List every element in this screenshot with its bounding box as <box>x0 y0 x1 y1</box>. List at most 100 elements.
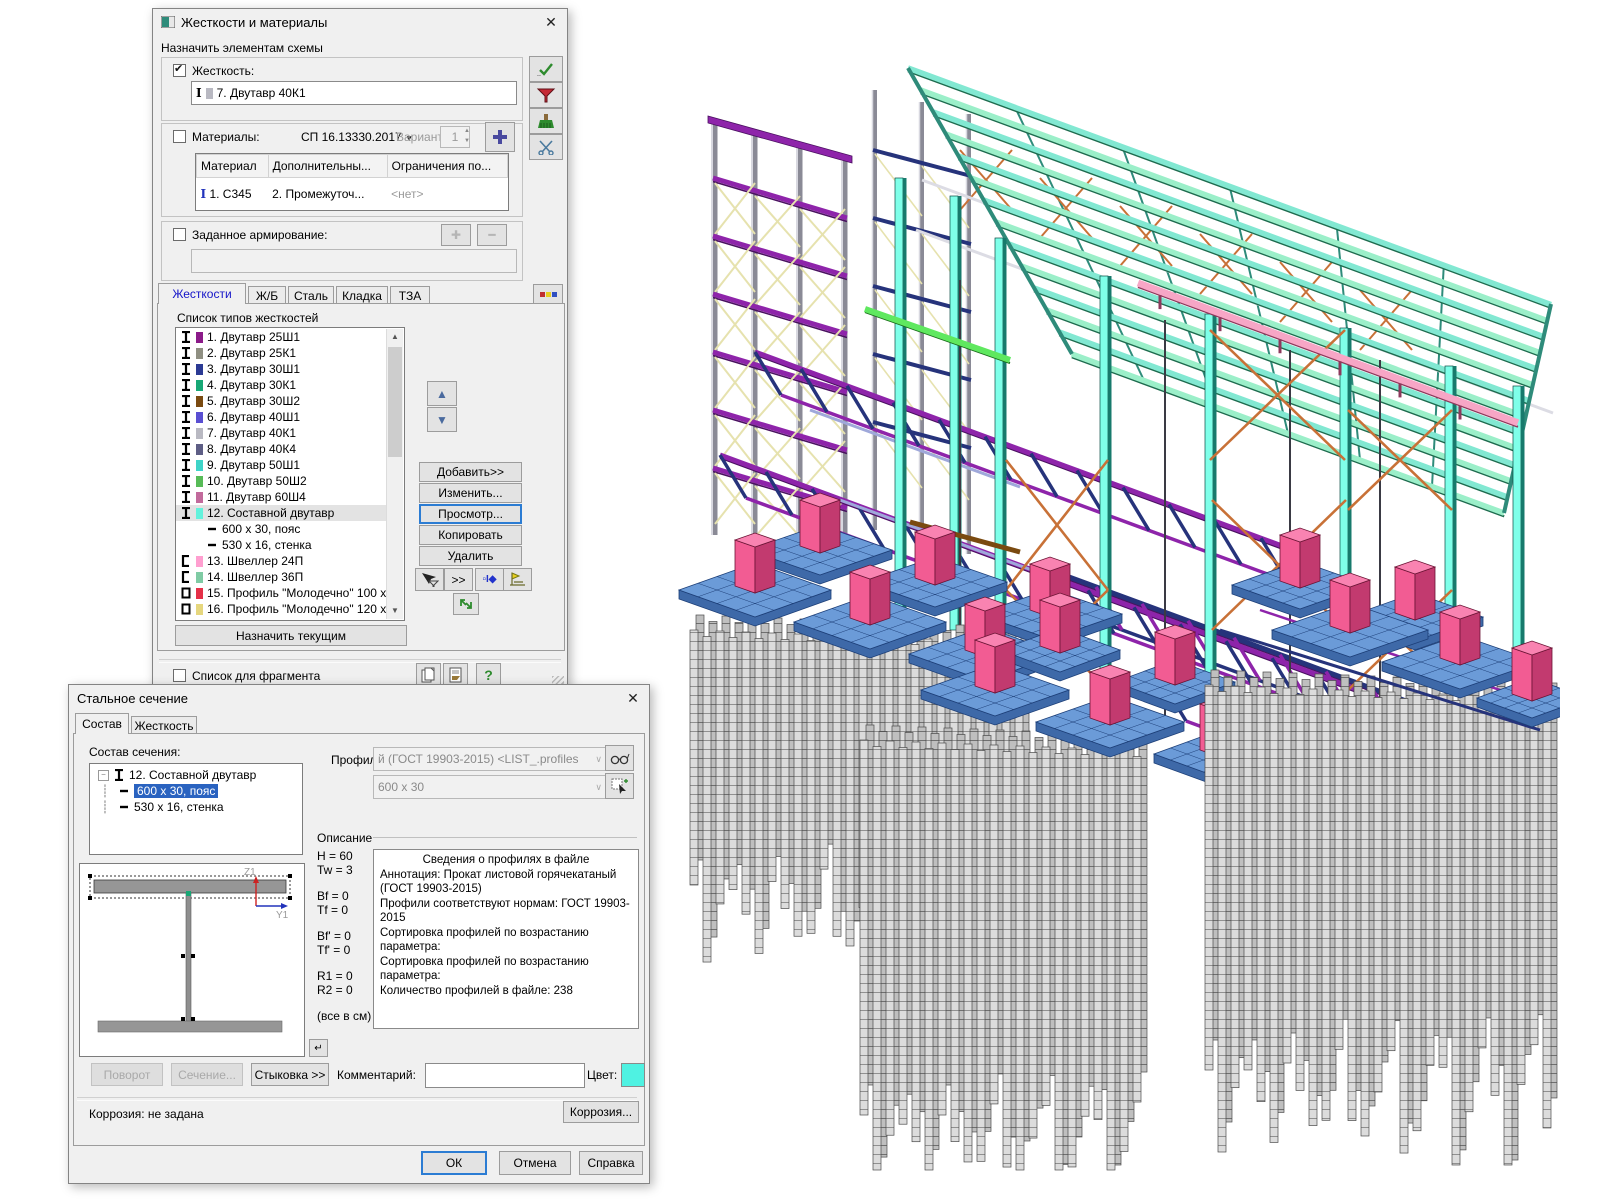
copy-button[interactable]: Копировать <box>419 525 522 545</box>
fit-view-button[interactable]: ↵ <box>309 1039 328 1057</box>
stiffness-checkbox[interactable] <box>173 64 186 77</box>
materials-checkbox[interactable] <box>173 130 186 143</box>
move-up-button[interactable]: ▲ <box>427 381 457 406</box>
dialog1-close-icon[interactable]: ✕ <box>541 12 561 32</box>
refresh-button[interactable] <box>453 593 479 615</box>
profile-file-select[interactable]: й (ГОСТ 19903-2015) <LIST_.profiles.srt>… <box>373 747 607 771</box>
rotate-button[interactable]: Поворот <box>91 1063 163 1086</box>
reinforcement-checkbox[interactable] <box>173 228 186 241</box>
section-color-swatch[interactable] <box>621 1063 645 1087</box>
list-item[interactable]: 12. Составной двутавр <box>176 505 387 521</box>
reinforcement-add-button[interactable]: ✚ <box>441 224 471 246</box>
section-params: H = 60Tw = 3Bf = 0Tf = 0Bf' = 0Tf' = 0R1… <box>317 849 371 1023</box>
shift-button[interactable]: >> <box>444 568 473 591</box>
tab-kladka[interactable]: Кладка <box>336 286 388 304</box>
cursor-funnel-icon <box>421 572 439 587</box>
list-item[interactable]: 16. Профиль "Молодечно" 120 х 5 <box>176 601 387 617</box>
view-profile-button[interactable] <box>605 745 634 771</box>
assign-scheme-button[interactable] <box>503 568 532 591</box>
tree-expander-icon[interactable]: − <box>98 770 109 781</box>
stiffness-types-list[interactable]: 1. Двутавр 25Ш12. Двутавр 25К13. Двутавр… <box>175 327 405 621</box>
list-item[interactable]: 10. Двутавр 50Ш2 <box>176 473 387 489</box>
profile-size-select[interactable]: 600 х 30 ∨ <box>373 775 607 799</box>
comment-input[interactable] <box>425 1063 585 1088</box>
tree-item[interactable]: ┊600 х 30, пояс <box>90 783 302 799</box>
up-arrow-icon: ▲ <box>436 387 448 401</box>
pick-profile-button[interactable] <box>605 773 634 799</box>
filter-button[interactable] <box>529 82 563 108</box>
list-item-label: 11. Двутавр 60Ш4 <box>207 490 306 504</box>
ibeam-icon <box>180 459 192 471</box>
list-item[interactable]: 600 х 30, пояс <box>176 521 387 537</box>
flag-level-icon <box>509 572 527 587</box>
color-scale-button[interactable] <box>533 284 563 305</box>
help-button[interactable]: Справка <box>579 1151 643 1175</box>
cut-button[interactable] <box>529 134 563 160</box>
tree-item-label: 12. Составной двутавр <box>129 768 256 782</box>
dialog2-close-icon[interactable]: ✕ <box>623 688 643 708</box>
corrosion-button[interactable]: Коррозия... <box>563 1101 639 1123</box>
list-item[interactable]: 14. Швеллер 36П <box>176 569 387 585</box>
fragment-checkbox[interactable] <box>173 669 186 682</box>
section-button[interactable]: Сечение... <box>171 1063 243 1086</box>
list-item-label: 4. Двутавр 30К1 <box>207 378 296 392</box>
tab-sostav[interactable]: Состав <box>75 713 129 734</box>
dialog2-titlebar[interactable]: Стальное сечение ✕ <box>69 685 649 711</box>
tab-zhestkost[interactable]: Жесткость <box>131 716 197 734</box>
type-color-swatch <box>196 476 203 487</box>
select-filter-button[interactable] <box>415 568 444 591</box>
description-label: Описание <box>317 831 372 845</box>
reinforcement-field[interactable] <box>191 249 517 273</box>
paint-button[interactable] <box>529 108 563 134</box>
table-row[interactable]: I 1. С3452. Промежуточ...<нет> <box>197 178 508 211</box>
assign-current-button[interactable]: Назначить текущим <box>175 625 407 646</box>
list-item-label: 15. Профиль "Молодечно" 100 х 5 <box>207 586 396 600</box>
model-3d-view[interactable] <box>660 30 1560 1200</box>
section-preview[interactable]: Z1 Y1 <box>79 863 305 1057</box>
stiffness-value-field[interactable]: I 7. Двутавр 40К1 <box>191 81 517 105</box>
table-header[interactable]: Ограничения по... <box>387 155 507 178</box>
composition-tree[interactable]: − 12. Составной двутавр┊600 х 30, пояс┊53… <box>89 763 303 855</box>
delete-button[interactable]: Удалить <box>419 546 522 566</box>
dimensions-button[interactable]: ▫I◆ <box>475 568 504 591</box>
list-item[interactable]: 9. Двутавр 50Ш1 <box>176 457 387 473</box>
list-item[interactable]: 3. Двутавр 30Ш1 <box>176 361 387 377</box>
type-color-swatch <box>196 460 203 471</box>
scroll-up-icon[interactable]: ▲ <box>387 329 403 345</box>
table-header[interactable]: Дополнительны... <box>268 155 387 178</box>
move-down-button[interactable]: ▼ <box>427 407 457 432</box>
ok-button[interactable]: ОК <box>421 1151 487 1175</box>
list-item[interactable]: 5. Двутавр 30Ш2 <box>176 393 387 409</box>
tab-tza[interactable]: ТЗА <box>390 286 430 304</box>
materials-table[interactable]: МатериалДополнительны...Ограничения по..… <box>195 153 509 211</box>
list-item[interactable]: 7. Двутавр 40К1 <box>176 425 387 441</box>
tab-zhestkosti[interactable]: Жесткости <box>158 283 246 304</box>
list-item[interactable]: 15. Профиль "Молодечно" 100 х 5 <box>176 585 387 601</box>
joint-button[interactable]: Стыковка >> <box>251 1063 329 1086</box>
type-color-swatch <box>196 364 203 375</box>
scroll-down-icon[interactable]: ▼ <box>387 603 403 619</box>
tab-stal[interactable]: Сталь <box>288 286 334 304</box>
add-material-button[interactable] <box>485 122 515 152</box>
list-item[interactable]: 2. Двутавр 25К1 <box>176 345 387 361</box>
reinforcement-remove-button[interactable]: ━ <box>477 224 507 246</box>
add-button[interactable]: Добавить>> <box>419 462 522 482</box>
variant-spinner-arrows[interactable]: ▲▼ <box>461 126 473 148</box>
list-item[interactable]: 8. Двутавр 40К4 <box>176 441 387 457</box>
dialog1-titlebar[interactable]: Жесткости и материалы ✕ <box>153 9 567 35</box>
cancel-button[interactable]: Отмена <box>499 1151 571 1175</box>
list-scrollbar[interactable]: ▲ ▼ <box>386 329 403 619</box>
list-item[interactable]: 4. Двутавр 30К1 <box>176 377 387 393</box>
list-item[interactable]: 11. Двутавр 60Ш4 <box>176 489 387 505</box>
apply-button[interactable]: .. <box>529 56 563 82</box>
tree-item[interactable]: ┊530 х 16, стенка <box>90 799 302 815</box>
list-item[interactable]: 1. Двутавр 25Ш1 <box>176 329 387 345</box>
table-header[interactable]: Материал <box>197 155 269 178</box>
view-button[interactable]: Просмотр... <box>419 504 522 524</box>
tab-zhb[interactable]: Ж/Б <box>248 286 286 304</box>
list-item[interactable]: 530 х 16, стенка <box>176 537 387 553</box>
edit-button[interactable]: Изменить... <box>419 483 522 503</box>
list-item[interactable]: 13. Швеллер 24П <box>176 553 387 569</box>
tree-item[interactable]: − 12. Составной двутавр <box>90 767 302 783</box>
list-item[interactable]: 6. Двутавр 40Ш1 <box>176 409 387 425</box>
